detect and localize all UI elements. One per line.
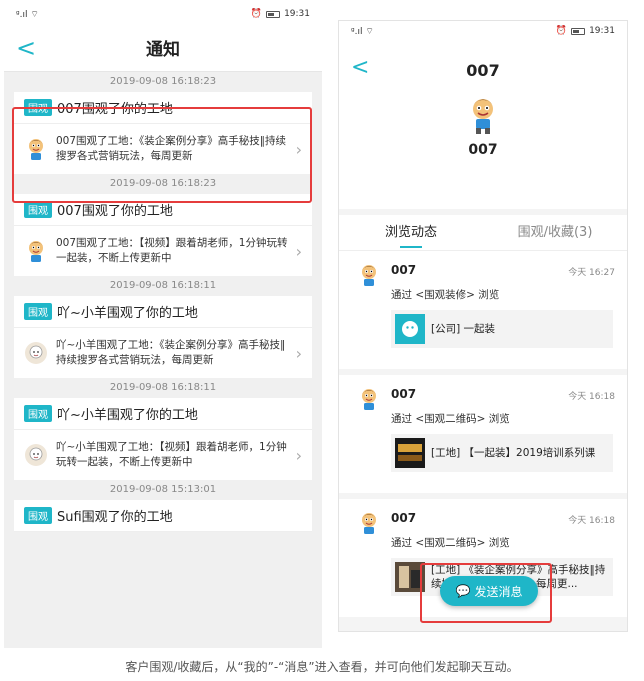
notification-header: 围观 Sufi围观了你的工地: [14, 500, 312, 532]
notification-body: 吖~小羊围观了工地：《装企案例分享》高手秘技‖持续搜罗各式营销玩法，每周更新 ›: [14, 328, 312, 378]
highlight-box-notification: [12, 107, 312, 203]
notification-card[interactable]: 围观 吖~小羊围观了你的工地 吖~小羊围观了工地：《装企案例分享》高手秘技‖持续搜罗…: [14, 296, 312, 378]
course-thumbnail-icon: [395, 438, 425, 468]
profile-title: 007: [466, 61, 500, 80]
activity-link-text: [工地] 【一起装】2019培训系列课: [431, 447, 596, 459]
activity-source: 通过 <围观装修> 浏览: [391, 289, 500, 301]
notification-card[interactable]: 围观 Sufi围观了你的工地: [14, 500, 312, 532]
cartoon-avatar-icon: [357, 263, 383, 291]
notification-body: 吖~小羊围观了工地：【视频】跟着胡老师，1分钟玩转一起装，不断上传更新中 ›: [14, 430, 312, 480]
signal-wifi-icon: ᵍ.ıl ⌔: [351, 26, 374, 37]
notification-header: 围观 吖~小羊围观了你的工地: [14, 296, 312, 328]
notification-timestamp: 2019-09-08 16:18:23: [109, 76, 217, 87]
status-time: 19:31: [284, 9, 310, 19]
send-message-button[interactable]: 💬 发送消息: [440, 576, 538, 606]
notification-header: 围观 吖~小羊围观了你的工地: [14, 398, 312, 430]
notification-tag: 围观: [24, 405, 52, 422]
tab-watch-favorites[interactable]: 围观/收藏(3): [483, 215, 627, 250]
cartoon-avatar-icon: [473, 99, 493, 134]
battery-icon: [571, 27, 586, 35]
cartoon-avatar-icon: [357, 511, 383, 539]
chat-bubble-icon: 💬: [455, 584, 471, 598]
activity-link-text: [公司] 一起装: [431, 323, 496, 335]
activity-time: 今天 16:18: [568, 392, 615, 402]
profile-header: ᵍ.ıl ⌔ ⏰ 19:31 < 007 007: [339, 21, 627, 209]
battery-icon: [266, 10, 281, 18]
company-logo-icon: [395, 314, 425, 344]
notification-tag: 围观: [24, 303, 52, 320]
status-bar: ᵍ.ıl ⌔ ⏰ 19:31: [4, 4, 322, 24]
activity-item: 007 今天 16:18 通过 <围观二维码> 浏览 [工地] 【一起装】2019培训…: [339, 375, 627, 499]
notification-timestamp: 2019-09-08 16:18:11: [109, 280, 217, 291]
notification-desc: 吖~小羊围观了工地：【视频】跟着胡老师，1分钟玩转一起装，不断上传更新中: [56, 441, 287, 468]
profile-tabs: 浏览动态 围观/收藏(3): [339, 215, 627, 251]
cartoon-avatar-icon: [357, 387, 383, 415]
tab-browse-activity[interactable]: 浏览动态: [339, 215, 483, 250]
status-time: 19:31: [589, 26, 615, 36]
notification-title: 吖~小羊围观了你的工地: [57, 306, 198, 321]
activity-link-card[interactable]: [公司] 一起装: [391, 310, 613, 348]
activity-item: 007 今天 16:27 通过 <围观装修> 浏览 [公司] 一起装: [339, 251, 627, 375]
notification-title: 吖~小羊围观了你的工地: [57, 408, 198, 423]
activity-time: 今天 16:27: [568, 268, 615, 278]
sheep-avatar-icon: [24, 443, 48, 467]
notification-body: 007围观了工地：【视频】跟着胡老师，1分钟玩转一起装，不断上传更新中 ›: [14, 226, 312, 276]
nav-bar: < 通知: [4, 24, 322, 72]
notification-card[interactable]: 围观 吖~小羊围观了你的工地 吖~小羊围观了工地：【视频】跟着胡老师，1分钟玩转一起…: [14, 398, 312, 480]
screenshot-stage: ᵍ.ıl ⌔ ⏰ 19:31 < 通知 2019-09-08 16:18:23 围…: [0, 0, 644, 681]
notifications-screen: ᵍ.ıl ⌔ ⏰ 19:31 < 通知 2019-09-08 16:18:23 围…: [4, 4, 322, 648]
status-bar-right: ᵍ.ıl ⌔ ⏰ 19:31: [339, 21, 627, 41]
back-chevron-icon[interactable]: <: [351, 55, 369, 80]
signal-wifi-icon: ᵍ.ıl ⌔: [16, 9, 39, 20]
chevron-right-icon: ›: [295, 241, 302, 261]
notification-card[interactable]: 围观 007围观了你的工地 007围观了工地：【视频】跟着胡老师，1分钟玩转一起装，…: [14, 194, 312, 276]
back-chevron-icon[interactable]: <: [16, 34, 36, 62]
activity-time: 今天 16:18: [568, 516, 615, 526]
activity-source: 通过 <围观二维码> 浏览: [391, 537, 510, 549]
alarm-icon: ⏰: [250, 9, 263, 19]
notification-desc: 吖~小羊围观了工地：《装企案例分享》高手秘技‖持续搜罗各式营销玩法，每周更新: [56, 339, 286, 366]
notification-tag: 围观: [24, 201, 52, 218]
sheep-avatar-icon: [24, 341, 48, 365]
cartoon-avatar-icon: [24, 239, 48, 263]
notification-title: Sufi围观了你的工地: [57, 510, 173, 525]
profile-name: 007: [468, 142, 498, 158]
notification-timestamp: 2019-09-08 16:18:11: [109, 382, 217, 393]
notification-tag: 围观: [24, 507, 52, 524]
activity-link-card[interactable]: [工地] 【一起装】2019培训系列课: [391, 434, 613, 472]
caption: 客户围观/收藏后，从“我的”-“消息”进入查看，并可向他们发起聊天互动。: [125, 660, 519, 674]
visitor-profile-screen: ᵍ.ıl ⌔ ⏰ 19:31 < 007 007 浏览动态 围观/收藏(3) 0…: [338, 20, 628, 632]
activity-source: 通过 <围观二维码> 浏览: [391, 413, 510, 425]
notification-timestamp: 2019-09-08 15:13:01: [109, 484, 217, 495]
chevron-right-icon: ›: [295, 445, 302, 465]
chevron-right-icon: ›: [295, 343, 302, 363]
alarm-icon: ⏰: [555, 26, 568, 36]
page-title: 通知: [146, 40, 180, 60]
notification-desc: 007围观了工地：【视频】跟着胡老师，1分钟玩转一起装，不断上传更新中: [56, 237, 288, 264]
